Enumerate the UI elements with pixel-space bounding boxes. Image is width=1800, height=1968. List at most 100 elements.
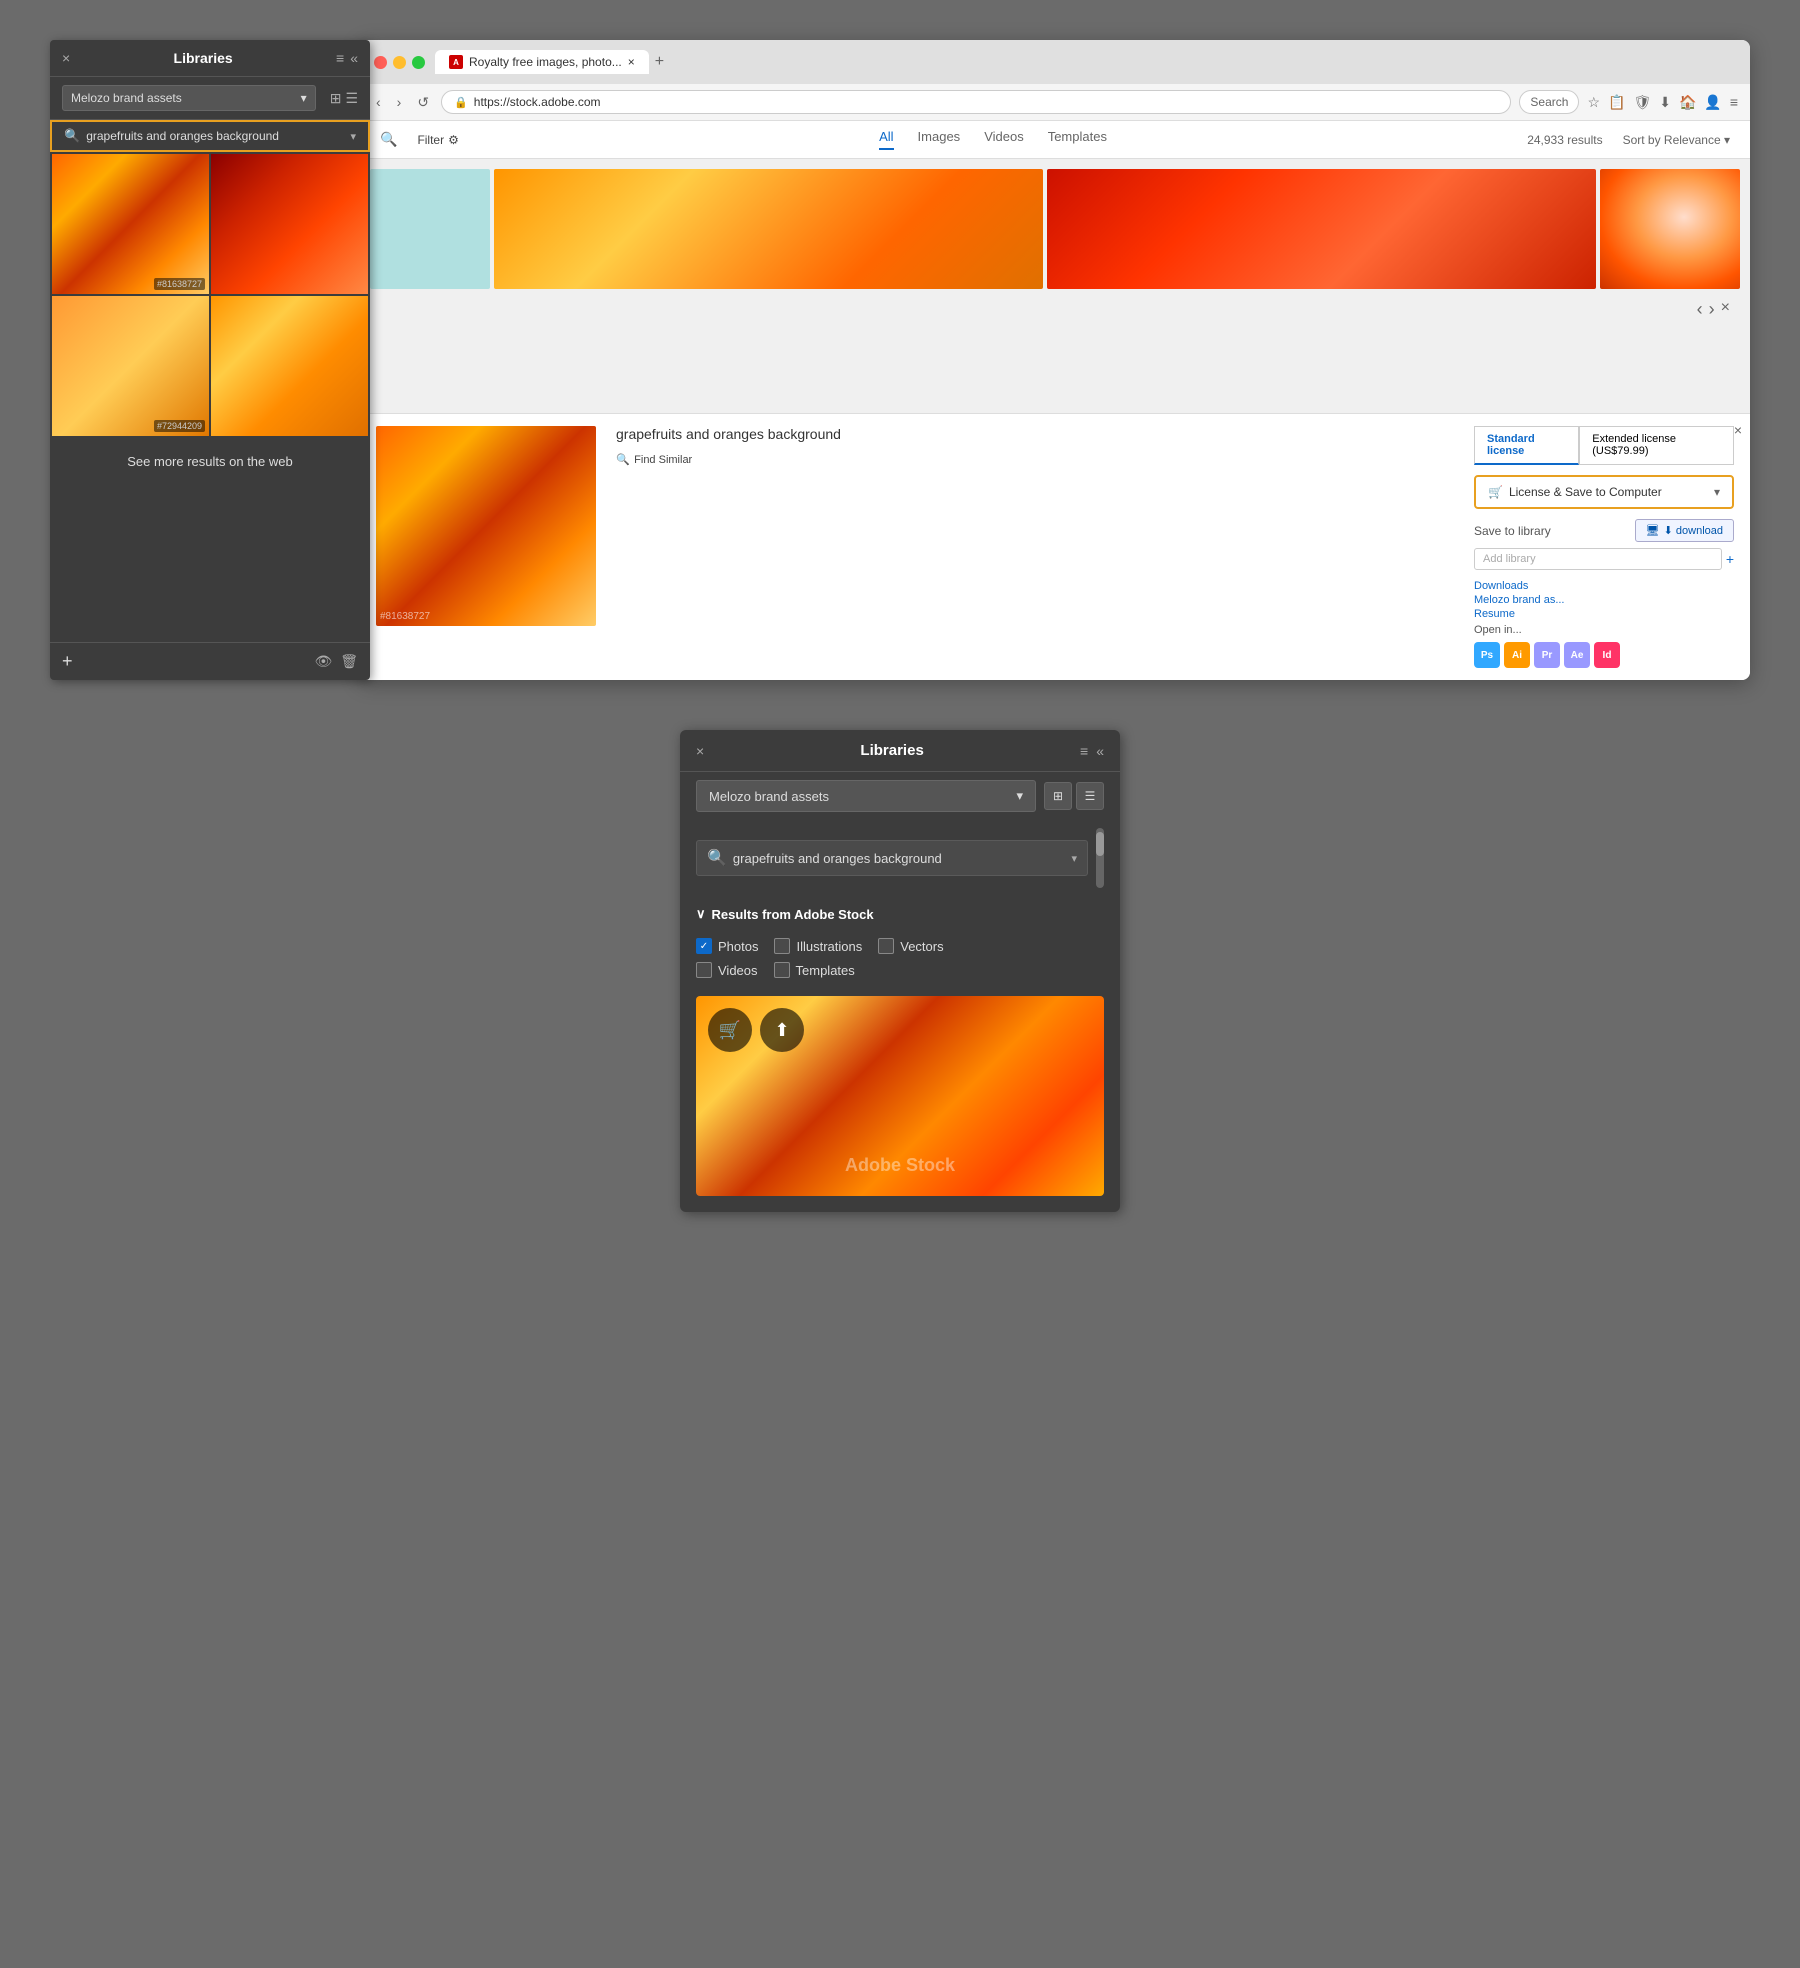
list-view-icon[interactable]: ☰ — [345, 90, 358, 107]
license-save-button[interactable]: 🛒 License & Save to Computer ▾ — [1474, 475, 1734, 509]
filter-button[interactable]: Filter ⚙ — [417, 133, 458, 147]
lpl-menu-icon[interactable]: ≡ — [1080, 743, 1088, 759]
panel-header-icons: ≡ « — [336, 50, 358, 66]
melozo-link[interactable]: Melozo brand as... — [1474, 594, 1734, 606]
find-similar-label[interactable]: Find Similar — [634, 454, 692, 466]
app-icons-row: Ps Ai Pr Ae Id — [1474, 642, 1734, 668]
overlay-close-icon[interactable]: × — [1734, 422, 1742, 438]
scrollbar-track[interactable] — [1096, 828, 1104, 888]
image-cell-1[interactable]: #81638727 — [52, 154, 209, 294]
account-icon[interactable]: 👤 — [1704, 94, 1721, 111]
search-row-inner: 🔍 grapefruits and oranges background ▾ — [64, 128, 356, 144]
stock-image-orange[interactable] — [494, 169, 1043, 289]
license-btn-label: License & Save to Computer — [1509, 485, 1662, 499]
stock-image-red[interactable] — [1047, 169, 1596, 289]
illustrations-checkbox-item[interactable]: Illustrations — [774, 938, 862, 954]
lpl-library-dropdown[interactable]: Melozo brand assets ▾ — [696, 780, 1036, 812]
photos-checkbox-item[interactable]: ✓ Photos — [696, 938, 758, 954]
dropdown-chevron-icon: ▾ — [301, 91, 307, 105]
lpl-cart-button[interactable]: 🛒 — [708, 1008, 752, 1052]
bookmark-icon[interactable]: ☆ — [1587, 94, 1600, 111]
standard-license-tab[interactable]: Standard license — [1474, 426, 1579, 465]
videos-checkbox[interactable] — [696, 962, 712, 978]
minimize-traffic-light[interactable] — [393, 56, 406, 69]
vectors-checkbox-item[interactable]: Vectors — [878, 938, 943, 954]
lpl-image-preview: Adobe Stock 🛒 ⬆ — [696, 996, 1104, 1196]
stock-image-half[interactable] — [1600, 169, 1740, 289]
stock-image-teal[interactable] — [370, 169, 490, 289]
library-dropdown[interactable]: Melozo brand assets ▾ — [62, 85, 316, 111]
photoshop-icon[interactable]: Ps — [1474, 642, 1500, 668]
add-library-placeholder: Add library — [1483, 553, 1536, 565]
tab-all[interactable]: All — [879, 129, 893, 150]
add-library-plus-icon[interactable]: + — [1726, 551, 1734, 567]
close-detail-icon[interactable]: × — [1721, 299, 1730, 320]
templates-label: Templates — [796, 963, 855, 978]
tab-close-icon[interactable]: × — [628, 55, 635, 69]
shield-icon[interactable]: 🛡 — [1633, 94, 1651, 111]
downloads-link[interactable]: Downloads — [1474, 580, 1734, 592]
browser-search-bar[interactable]: Search — [1519, 90, 1579, 114]
indesign-icon[interactable]: Id — [1594, 642, 1620, 668]
forward-button[interactable]: › — [393, 92, 406, 112]
videos-label: Videos — [718, 963, 758, 978]
videos-checkbox-item[interactable]: Videos — [696, 962, 758, 978]
menu-browser-icon[interactable]: ≡ — [1730, 94, 1738, 111]
tab-templates[interactable]: Templates — [1048, 129, 1107, 150]
reading-list-icon[interactable]: 📋 — [1608, 94, 1625, 111]
trash-icon[interactable]: 🗑 — [340, 653, 358, 670]
browser-toolbar-icons: ☆ 📋 🛡 ⬇ 🏠 👤 ≡ — [1587, 94, 1738, 111]
address-bar[interactable]: 🔒 https://stock.adobe.com — [441, 90, 1511, 114]
photos-checkbox[interactable]: ✓ — [696, 938, 712, 954]
lpl-list-view-btn[interactable]: ☰ — [1076, 782, 1104, 810]
lpl-grid-view-btn[interactable]: ⊞ — [1044, 782, 1072, 810]
templates-checkbox[interactable] — [774, 962, 790, 978]
prev-icon[interactable]: ‹ — [1697, 299, 1703, 320]
vectors-checkbox[interactable] — [878, 938, 894, 954]
lpl-collapse-icon[interactable]: « — [1096, 743, 1104, 759]
illustrator-icon[interactable]: Ai — [1504, 642, 1530, 668]
reload-button[interactable]: ↺ — [413, 92, 433, 113]
lpl-results-header: ∨ Results from Adobe Stock — [696, 906, 1104, 922]
lpl-close-icon[interactable]: × — [696, 743, 704, 759]
tab-images[interactable]: Images — [918, 129, 961, 150]
fullscreen-traffic-light[interactable] — [412, 56, 425, 69]
library-name-label: Melozo brand assets — [71, 91, 182, 105]
checkbox-row-1: ✓ Photos Illustrations Vectors — [696, 938, 1104, 954]
browser-tab[interactable]: A Royalty free images, photo... × — [435, 50, 649, 74]
download-icon[interactable]: ⬇ — [1659, 94, 1671, 111]
sort-dropdown[interactable]: Sort by Relevance ▾ — [1623, 133, 1730, 147]
download-button[interactable]: 🖥 ⬇ download — [1635, 519, 1734, 542]
illustrations-checkbox[interactable] — [774, 938, 790, 954]
add-library-input[interactable]: Add library — [1474, 548, 1722, 570]
home-icon[interactable]: 🏠 — [1679, 94, 1696, 111]
collapse-icon[interactable]: « — [350, 50, 358, 66]
image-cell-2[interactable]: #72944209 — [52, 296, 209, 436]
browser-window: A Royalty free images, photo... × + ‹ › … — [360, 40, 1750, 680]
footer-icons: 👁 🗑 — [314, 653, 358, 670]
grid-view-icon[interactable]: ⊞ — [330, 90, 342, 107]
next-icon[interactable]: › — [1709, 299, 1715, 320]
premiere-icon[interactable]: Pr — [1534, 642, 1560, 668]
lpl-search-input[interactable]: 🔍 grapefruits and oranges background ▾ — [696, 840, 1088, 876]
detail-main-image[interactable] — [376, 426, 596, 626]
add-button[interactable]: + — [62, 651, 73, 672]
templates-checkbox-item[interactable]: Templates — [774, 962, 855, 978]
lpl-upload-button[interactable]: ⬆ — [760, 1008, 804, 1052]
tab-videos[interactable]: Videos — [984, 129, 1024, 150]
eye-icon[interactable]: 👁 — [314, 653, 332, 670]
close-traffic-light[interactable] — [374, 56, 387, 69]
back-button[interactable]: ‹ — [372, 92, 385, 112]
links-section: Downloads Melozo brand as... Resume — [1474, 580, 1734, 620]
new-tab-button[interactable]: + — [655, 53, 664, 71]
lpl-search-text: grapefruits and oranges background — [733, 851, 1066, 866]
resume-link[interactable]: Resume — [1474, 608, 1734, 620]
see-more-results[interactable]: See more results on the web — [50, 438, 370, 485]
after-effects-icon[interactable]: Ae — [1564, 642, 1590, 668]
close-icon[interactable]: × — [62, 50, 70, 66]
menu-icon[interactable]: ≡ — [336, 50, 344, 66]
tab-bar: A Royalty free images, photo... × + — [435, 50, 1736, 74]
extended-license-tab[interactable]: Extended license (US$79.99) — [1579, 426, 1734, 465]
lpl-view-icons: ⊞ ☰ — [1044, 782, 1104, 810]
library-dropdown-row: Melozo brand assets ▾ ⊞ ☰ — [50, 77, 370, 120]
